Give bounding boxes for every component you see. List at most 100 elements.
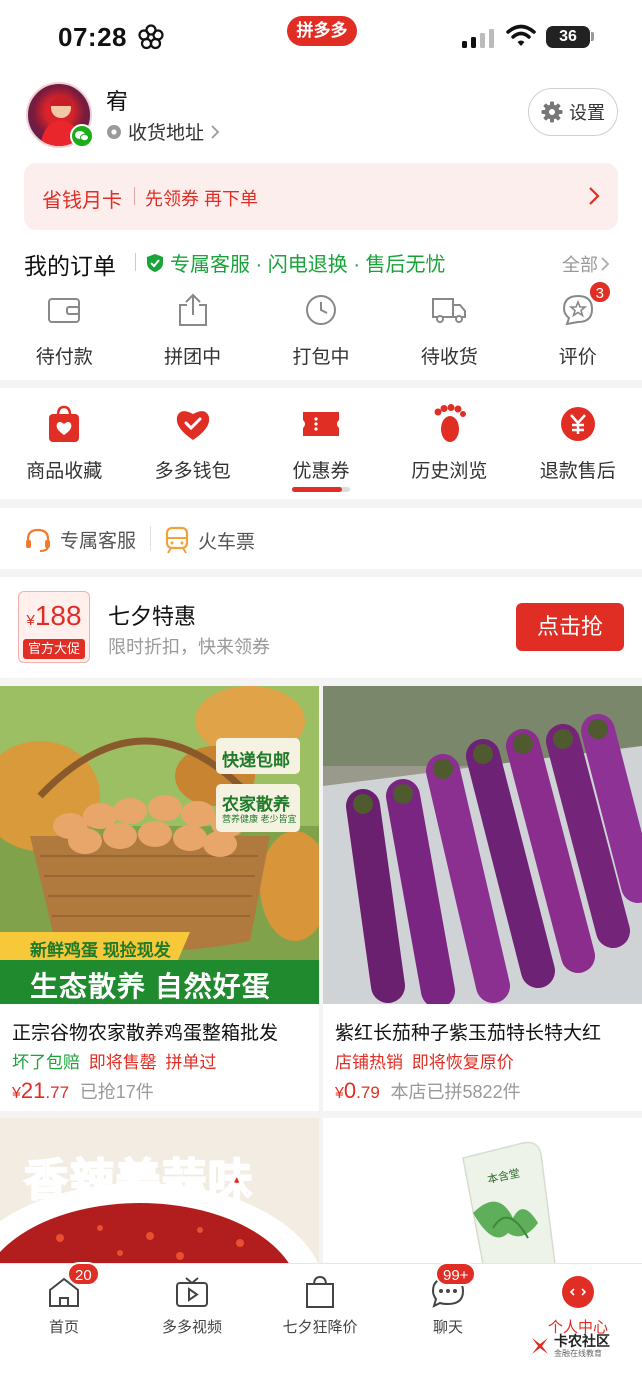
order-packing[interactable]: 打包中 xyxy=(257,292,385,369)
service-train-tickets[interactable]: 火车票 xyxy=(164,526,255,554)
wechat-badge-icon xyxy=(70,124,94,148)
order-pending-payment[interactable]: 待付款 xyxy=(0,292,128,369)
order-review[interactable]: 评价 3 xyxy=(514,280,642,369)
review-count-badge: 3 xyxy=(587,280,612,304)
truck-icon xyxy=(432,298,467,323)
footprint-icon xyxy=(434,404,467,442)
price-decimal: .77 xyxy=(45,1083,70,1102)
signal-icon xyxy=(462,29,494,48)
service-label: 火车票 xyxy=(198,531,256,553)
tool-label: 历史浏览 xyxy=(411,461,488,482)
tab-video[interactable]: 多多视频 xyxy=(128,1274,256,1337)
promo-subtitle: 先领券 再下单 xyxy=(145,189,259,209)
product-sold-count: 已抢17件 xyxy=(79,1082,154,1102)
chevron-right-icon xyxy=(589,187,600,205)
grab-deal-button[interactable]: 点击抢 xyxy=(516,603,624,651)
home-notification-badge: 20 xyxy=(67,1262,100,1286)
community-watermark: 卡农社区 金融在线教育 xyxy=(530,1334,610,1358)
bottom-tab-bar: 20 首页 多多视频 七夕狂降价 99+ 聊天 个人中心 xyxy=(0,1262,642,1389)
status-bar: 07:28 拼多多 36 xyxy=(0,0,642,70)
clock-icon xyxy=(305,295,336,325)
tab-label: 聊天 xyxy=(432,1319,463,1336)
profile-center-icon xyxy=(562,1276,594,1308)
tool-label: 优惠券 xyxy=(292,461,350,482)
product-tag: 即将恢复原价 xyxy=(411,1053,514,1072)
order-label: 待收货 xyxy=(420,347,478,368)
product-sold-count: 本店已拼5822件 xyxy=(390,1082,521,1102)
service-customer-support[interactable]: 专属客服 xyxy=(24,526,136,553)
status-time: 07:28 xyxy=(58,22,127,52)
image-label-free-shipping: 快递包邮 xyxy=(222,751,290,770)
orders-all-link[interactable]: 全部 xyxy=(562,251,610,277)
refund-icon xyxy=(560,407,595,441)
video-icon xyxy=(176,1277,208,1307)
product-tags: 坏了包赔 即将售罄 拼单过 xyxy=(12,1048,216,1073)
order-label: 打包中 xyxy=(292,347,350,368)
product-image-cream xyxy=(323,1118,642,1264)
coupon-tag: 官方大促 xyxy=(23,639,85,659)
product-tag: 即将售罄 xyxy=(88,1053,157,1072)
tab-label: 首页 xyxy=(48,1319,79,1336)
product-card-spicy-seasoning[interactable]: 香辣姜蒜味 xyxy=(0,1118,319,1264)
product-tag: 坏了包赔 xyxy=(12,1053,80,1072)
app-badge: 拼多多 xyxy=(287,16,357,46)
location-pin-icon xyxy=(107,124,121,139)
tools-section: 商品收藏 多多钱包 优惠券 历史浏览 退款售后 xyxy=(0,388,642,499)
tool-wallet[interactable]: 多多钱包 xyxy=(128,404,256,483)
savings-card-banner[interactable]: 省钱月卡 先领券 再下单 xyxy=(24,163,618,230)
price-currency: ¥ xyxy=(12,1085,21,1102)
price-decimal: .79 xyxy=(356,1083,380,1102)
tab-qixi-sale[interactable]: 七夕狂降价 xyxy=(256,1274,384,1337)
orders-divider xyxy=(135,253,136,271)
username[interactable]: 宥 xyxy=(106,84,128,116)
watermark-title: 卡农社区 xyxy=(554,1333,610,1349)
image-label-spicy: 香辣姜蒜味 xyxy=(23,1155,254,1206)
gear-icon xyxy=(541,101,563,123)
price-integer: 0 xyxy=(343,1078,357,1103)
shopping-bag-icon xyxy=(306,1275,334,1308)
coupon-amount-wrap: ¥188 xyxy=(19,600,89,632)
shield-check-icon xyxy=(147,253,163,272)
wallet-heart-icon xyxy=(176,411,209,440)
tool-history[interactable]: 历史浏览 xyxy=(385,404,513,483)
price-integer: 21 xyxy=(20,1078,46,1103)
train-icon xyxy=(165,526,189,554)
order-awaiting-delivery[interactable]: 待收货 xyxy=(385,292,513,369)
flash-sale-banner[interactable]: ¥188 官方大促 七夕特惠 限时折扣，快来领券 点击抢 xyxy=(0,577,642,678)
order-status-row: 待付款 拼团中 打包中 待收货 评价 3 xyxy=(0,280,642,369)
settings-button[interactable]: 设置 xyxy=(528,88,618,136)
product-price: ¥0.79 本店已拼5822件 xyxy=(335,1078,521,1104)
product-card-eggplant[interactable]: 紫红长茄种子紫玉茄特长特大红 店铺热销 即将恢复原价 ¥0.79 本店已拼582… xyxy=(323,686,642,1111)
product-title: 紫红长茄种子紫玉茄特长特大红 xyxy=(335,1023,602,1044)
orders-service-tag: 专属客服 · 闪电退换 · 售后无忧 xyxy=(146,248,446,277)
tab-label: 七夕狂降价 xyxy=(282,1319,358,1336)
order-group-buying[interactable]: 拼团中 xyxy=(128,292,256,369)
product-tag: 店铺热销 xyxy=(335,1053,403,1072)
tool-refund[interactable]: 退款售后 xyxy=(514,404,642,483)
settings-label: 设置 xyxy=(569,103,605,123)
product-card-cream[interactable]: 本含堂 xyxy=(323,1118,642,1264)
services-separator xyxy=(150,526,151,550)
tool-coupons[interactable]: 优惠券 xyxy=(257,404,385,483)
image-label-fresh-eggs: 新鲜鸡蛋 现捡现发 xyxy=(30,941,171,960)
service-label: 专属客服 xyxy=(60,531,137,552)
wallet-icon xyxy=(48,298,81,323)
image-label-eco-banner: 生态散养 自然好蛋 xyxy=(30,971,271,1002)
tool-favorites[interactable]: 商品收藏 xyxy=(0,404,128,483)
tools-scroll-thumb[interactable] xyxy=(292,487,342,492)
tab-label: 多多视频 xyxy=(161,1319,222,1336)
coupon-amount: 188 xyxy=(34,600,82,631)
watermark-subtitle: 金融在线教育 xyxy=(554,1349,602,1358)
tab-home[interactable]: 20 首页 xyxy=(0,1262,128,1337)
flash-sale-subtitle: 限时折扣，快来领券 xyxy=(108,637,270,657)
product-card-eggs[interactable]: 快递包邮 农家散养 营养健康 老少皆宜 新鲜鸡蛋 现捡现发 生态散养 自然好蛋 … xyxy=(0,686,319,1111)
chevron-right-icon xyxy=(601,257,610,271)
tool-label: 多多钱包 xyxy=(154,461,231,482)
tab-profile-center[interactable]: 个人中心 xyxy=(514,1274,642,1337)
order-label: 待付款 xyxy=(35,347,93,368)
favorites-bag-icon xyxy=(49,405,80,442)
tab-chat[interactable]: 99+ 聊天 xyxy=(384,1262,512,1337)
services-row: 专属客服 火车票 xyxy=(0,508,642,569)
coupon-currency: ¥ xyxy=(26,612,35,629)
shipping-address-link[interactable]: 收货地址 xyxy=(106,118,220,145)
